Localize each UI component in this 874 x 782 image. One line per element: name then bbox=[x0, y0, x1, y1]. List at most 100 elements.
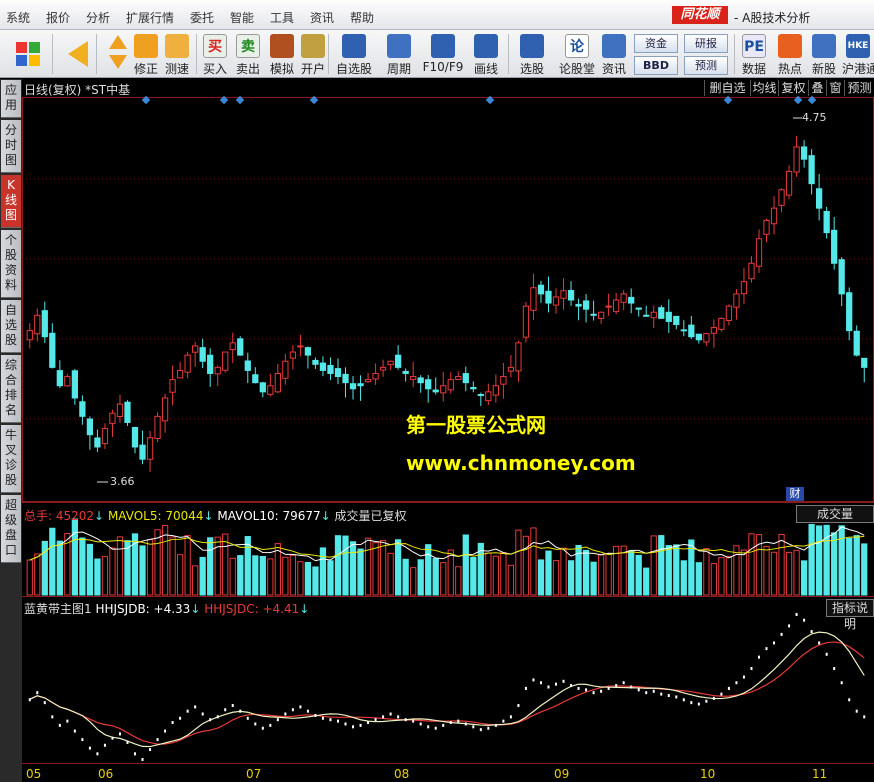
buy-button[interactable]: 买买入 bbox=[200, 32, 230, 76]
menu-item-0[interactable]: 系统 bbox=[6, 9, 30, 26]
candle-down bbox=[575, 303, 582, 307]
left-tab-2[interactable]: K线图 bbox=[1, 175, 21, 228]
clock-icon bbox=[165, 34, 189, 58]
toolbar-button-label: 买入 bbox=[202, 62, 227, 76]
refresh-button[interactable]: 修正 bbox=[130, 32, 162, 76]
small-button-2[interactable]: 研报 bbox=[684, 34, 728, 53]
indicator-dot bbox=[344, 722, 347, 726]
left-tab-1[interactable]: 分时图 bbox=[1, 120, 21, 173]
hhjsjdb-label: HHJSJDB: +4.33 bbox=[95, 602, 191, 616]
candle-down bbox=[327, 364, 334, 374]
indicator-dot bbox=[88, 746, 91, 750]
volume-bar bbox=[214, 536, 221, 596]
pe-button[interactable]: PE 数据 bbox=[738, 32, 770, 76]
menu-item-1[interactable]: 报价 bbox=[46, 9, 70, 26]
candle-down bbox=[259, 382, 266, 393]
volume-bar bbox=[139, 545, 146, 596]
indicator-dot bbox=[457, 719, 460, 723]
volume-bar bbox=[410, 567, 417, 596]
candle-up bbox=[455, 376, 462, 380]
toolbar-button-label: 自选股 bbox=[335, 62, 372, 76]
indicator-dot bbox=[742, 675, 745, 679]
volume-bar bbox=[237, 555, 244, 596]
indicator-dot bbox=[795, 613, 798, 616]
volume-indicator-box[interactable]: 成交量 bbox=[796, 505, 874, 523]
chart-title: 日线(复权) *ST中基 bbox=[24, 83, 131, 97]
back-arrow-icon bbox=[60, 41, 96, 67]
indicator-info-button[interactable]: 指标说明 bbox=[826, 599, 874, 631]
grid-button[interactable] bbox=[10, 32, 46, 76]
chart-header-button-4[interactable]: 窗 bbox=[826, 80, 844, 96]
news-button[interactable]: 资讯 bbox=[598, 32, 630, 76]
menu-item-3[interactable]: 扩展行情 bbox=[126, 9, 174, 26]
f10-button[interactable]: F10/F9 bbox=[420, 32, 466, 76]
small-button-1[interactable]: BBD bbox=[634, 56, 678, 75]
kline-chart-area[interactable]: 日线(复权) *ST中基 删自选 均线 复权叠窗预测 4.75 3.66 第一股票公… bbox=[22, 79, 874, 782]
candle-down bbox=[124, 401, 131, 423]
volume-bar bbox=[778, 533, 785, 596]
chart-header-button-5[interactable]: 预测 bbox=[844, 80, 874, 96]
volume-bar bbox=[658, 535, 665, 596]
left-tab-3[interactable]: 个股资料 bbox=[1, 230, 21, 298]
hammer-button[interactable]: 模拟 bbox=[266, 32, 298, 76]
back-arrow-button[interactable] bbox=[60, 32, 96, 76]
hammer-icon bbox=[270, 34, 294, 58]
menu-item-6[interactable]: 工具 bbox=[270, 9, 294, 26]
select-button[interactable]: 选股 bbox=[510, 32, 554, 76]
volume-bar bbox=[440, 562, 447, 596]
menu-item-4[interactable]: 委托 bbox=[190, 9, 214, 26]
volume-bar bbox=[800, 560, 808, 596]
menu-item-2[interactable]: 分析 bbox=[86, 9, 110, 26]
volume-bar bbox=[635, 554, 642, 596]
candle-up bbox=[222, 351, 229, 371]
financial-badge[interactable]: 财 bbox=[786, 487, 804, 501]
candle-down bbox=[237, 338, 244, 356]
lun-button[interactable]: 论论股堂 bbox=[556, 32, 598, 76]
pe-icon: PE bbox=[742, 34, 766, 58]
newstock-button[interactable]: 新股 bbox=[808, 32, 840, 76]
menu-item-7[interactable]: 资讯 bbox=[310, 9, 334, 26]
chart-header-button-1[interactable]: 均线 bbox=[750, 80, 778, 96]
candle-up bbox=[154, 415, 161, 440]
hkex-button[interactable]: HKE 沪港通 bbox=[842, 32, 874, 76]
left-tab-7[interactable]: 超级盘口 bbox=[1, 495, 21, 563]
left-tab-0[interactable]: 应用 bbox=[1, 80, 21, 118]
chart-header-button-0[interactable]: 删自选 bbox=[704, 80, 750, 96]
candle-down bbox=[537, 284, 545, 295]
candle-up bbox=[161, 397, 169, 422]
volume-bar bbox=[349, 541, 357, 596]
volume-bar bbox=[289, 554, 297, 596]
candle-up bbox=[703, 333, 710, 343]
hot-button[interactable]: 热点 bbox=[774, 32, 806, 76]
chart-header-button-3[interactable]: 叠 bbox=[808, 80, 826, 96]
toolbar-separator bbox=[52, 34, 53, 74]
small-button-3[interactable]: 预测 bbox=[684, 56, 728, 75]
candle-up bbox=[793, 146, 800, 173]
left-tab-4[interactable]: 自选股 bbox=[1, 300, 21, 353]
star-button[interactable]: 自选股 bbox=[332, 32, 376, 76]
chart-header-button-2[interactable]: 复权 bbox=[778, 80, 808, 96]
volume-bar bbox=[425, 544, 432, 596]
indicator-dot bbox=[833, 667, 836, 671]
indicator-dot bbox=[622, 681, 625, 685]
volume-bar bbox=[748, 533, 755, 596]
menu-item-5[interactable]: 智能 bbox=[230, 9, 254, 26]
left-tab-5[interactable]: 综合排名 bbox=[1, 355, 21, 423]
clock-button[interactable]: 测速 bbox=[160, 32, 194, 76]
sell-button[interactable]: 卖卖出 bbox=[232, 32, 264, 76]
indicator-dot bbox=[863, 715, 866, 719]
candle-down bbox=[628, 296, 635, 304]
volume-bar bbox=[395, 539, 402, 596]
small-button-0[interactable]: 资金 bbox=[634, 34, 678, 53]
left-tab-6[interactable]: 牛叉诊股 bbox=[1, 425, 21, 493]
cycle-button[interactable]: 周期 bbox=[380, 32, 418, 76]
menu-item-8[interactable]: 帮助 bbox=[350, 9, 374, 26]
candle-down bbox=[800, 146, 808, 160]
volume-bar bbox=[267, 558, 274, 596]
toolbar-button-label: 沪港通 bbox=[842, 62, 874, 76]
toolbar-button-label: F10/F9 bbox=[422, 60, 464, 74]
pen-button[interactable]: 画线 bbox=[466, 32, 506, 76]
volume-bar bbox=[643, 567, 650, 596]
volume-bar bbox=[703, 548, 710, 596]
lock-button[interactable]: 开户 bbox=[298, 32, 328, 76]
